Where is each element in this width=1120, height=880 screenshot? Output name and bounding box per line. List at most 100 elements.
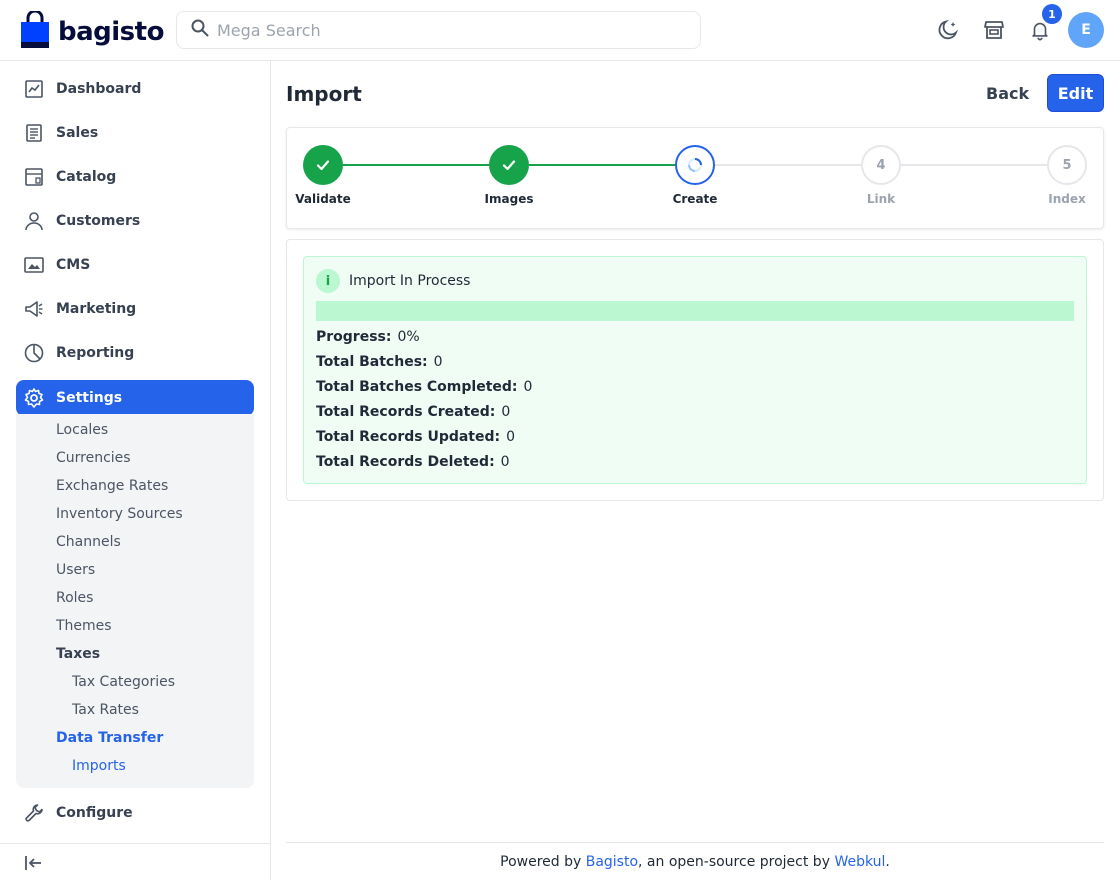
step-label-link: Link: [866, 192, 896, 206]
submenu-item-inventory-sources[interactable]: Inventory Sources: [56, 506, 183, 522]
stat-label: Total Batches:: [316, 354, 428, 370]
sidebar-item-label: Configure: [56, 805, 133, 821]
stat-label: Total Batches Completed:: [316, 379, 518, 395]
stat-records-updated: Total Records Updated: 0: [316, 429, 515, 445]
sidebar-item-label: Customers: [56, 213, 141, 229]
step-connector: [715, 164, 861, 166]
stat-value: 0: [433, 354, 443, 370]
stat-value: 0%: [397, 329, 420, 345]
status-header: i Import In Process: [316, 269, 470, 293]
sidebar-item-marketing[interactable]: Marketing: [16, 291, 254, 327]
stat-label: Total Records Updated:: [316, 429, 501, 445]
top-header: bagisto 1 E: [0, 0, 1120, 61]
step-label-create: Create: [672, 192, 718, 206]
configure-icon: [24, 803, 44, 823]
step-label-images: Images: [484, 192, 534, 206]
sidebar-item-label: Reporting: [56, 345, 135, 361]
progress-bar: [316, 301, 1074, 321]
sidebar-item-label: Catalog: [56, 169, 117, 185]
sidebar-item-label: Settings: [56, 390, 123, 406]
submenu-item-channels[interactable]: Channels: [56, 534, 121, 550]
stat-total-batches: Total Batches: 0: [316, 354, 443, 370]
sidebar-item-settings[interactable]: Settings: [16, 380, 254, 416]
settings-submenu: Locales Currencies Exchange Rates Invent…: [16, 414, 254, 788]
step-index: 5: [1047, 145, 1087, 185]
back-button[interactable]: Back: [976, 74, 1039, 112]
check-icon: [502, 160, 516, 171]
logo[interactable]: bagisto: [20, 9, 164, 53]
stat-label: Total Records Created:: [316, 404, 496, 420]
footer: Powered by Bagisto , an open-source proj…: [286, 842, 1104, 880]
import-status-card: i Import In Process Progress: 0% Total Ba…: [286, 239, 1104, 501]
step-create: [675, 145, 715, 185]
submenu-item-imports[interactable]: Imports: [72, 758, 126, 774]
user-avatar[interactable]: E: [1068, 12, 1104, 48]
sidebar-collapse-bar: [0, 843, 270, 880]
footer-prefix: Powered by: [500, 853, 586, 870]
sidebar-item-customers[interactable]: Customers: [16, 203, 254, 239]
marketing-icon: [24, 299, 44, 319]
submenu-item-taxes[interactable]: Taxes: [56, 646, 100, 662]
search-icon: [191, 19, 209, 41]
edit-button[interactable]: Edit: [1047, 74, 1104, 112]
shopping-bag-icon: [20, 9, 50, 53]
step-images: [489, 145, 529, 185]
status-title: Import In Process: [349, 273, 471, 289]
sidebar-item-sales[interactable]: Sales: [16, 115, 254, 151]
stat-value: 0: [501, 404, 511, 420]
footer-suffix: .: [885, 853, 890, 870]
page-title: Import: [286, 82, 362, 106]
stat-records-created: Total Records Created: 0: [316, 404, 510, 420]
settings-icon: [24, 388, 44, 408]
submenu-item-roles[interactable]: Roles: [56, 590, 93, 606]
info-icon: i: [316, 269, 340, 293]
collapse-sidebar-icon[interactable]: [22, 852, 44, 874]
submenu-item-themes[interactable]: Themes: [56, 618, 112, 634]
sidebar-item-label: Sales: [56, 125, 99, 141]
stat-label: Total Records Deleted:: [316, 454, 495, 470]
notification-count-badge: 1: [1042, 4, 1062, 24]
stat-batches-completed: Total Batches Completed: 0: [316, 379, 532, 395]
spinner-icon: [688, 158, 702, 172]
import-stepper: 4 5 Validate Images Create Link Index: [286, 127, 1104, 229]
sidebar-item-catalog[interactable]: Catalog: [16, 159, 254, 195]
submenu-item-tax-rates[interactable]: Tax Rates: [72, 702, 139, 718]
submenu-item-users[interactable]: Users: [56, 562, 95, 578]
submenu-item-locales[interactable]: Locales: [56, 422, 108, 438]
stat-progress: Progress: 0%: [316, 329, 420, 345]
catalog-icon: [24, 167, 44, 187]
submenu-item-currencies[interactable]: Currencies: [56, 450, 131, 466]
storefront-icon[interactable]: [981, 17, 1007, 43]
submenu-item-exchange-rates[interactable]: Exchange Rates: [56, 478, 168, 494]
sidebar-item-label: Marketing: [56, 301, 137, 317]
reporting-icon: [24, 343, 44, 363]
dark-mode-icon[interactable]: [935, 17, 961, 43]
webkul-link[interactable]: Webkul: [834, 854, 885, 870]
mega-search[interactable]: [176, 11, 701, 49]
step-label-validate: Validate: [295, 192, 351, 206]
submenu-item-tax-categories[interactable]: Tax Categories: [72, 674, 175, 690]
sidebar-item-configure[interactable]: Configure: [16, 795, 254, 831]
sidebar-item-cms[interactable]: CMS: [16, 247, 254, 283]
sidebar-item-label: CMS: [56, 257, 91, 273]
search-input[interactable]: [217, 20, 677, 40]
sidebar-item-label: Dashboard: [56, 81, 142, 97]
import-status-box: i Import In Process Progress: 0% Total Ba…: [303, 256, 1087, 484]
sidebar-item-reporting[interactable]: Reporting: [16, 335, 254, 371]
footer-middle: , an open-source project by: [638, 853, 835, 870]
logo-text: bagisto: [58, 17, 164, 47]
step-connector: [343, 164, 489, 166]
step-label-index: Index: [1048, 192, 1086, 206]
cms-icon: [24, 255, 44, 275]
sidebar-item-dashboard[interactable]: Dashboard: [16, 71, 254, 107]
sidebar: Dashboard Sales Catalog Customers CMS Ma…: [0, 61, 271, 880]
stat-value: 0: [506, 429, 516, 445]
bagisto-link[interactable]: Bagisto: [586, 854, 638, 870]
stat-records-deleted: Total Records Deleted: 0: [316, 454, 510, 470]
stat-label: Progress:: [316, 329, 392, 345]
step-connector: [529, 164, 675, 166]
submenu-item-data-transfer[interactable]: Data Transfer: [56, 730, 163, 746]
step-validate: [303, 145, 343, 185]
stat-value: 0: [523, 379, 533, 395]
step-connector: [901, 164, 1047, 166]
